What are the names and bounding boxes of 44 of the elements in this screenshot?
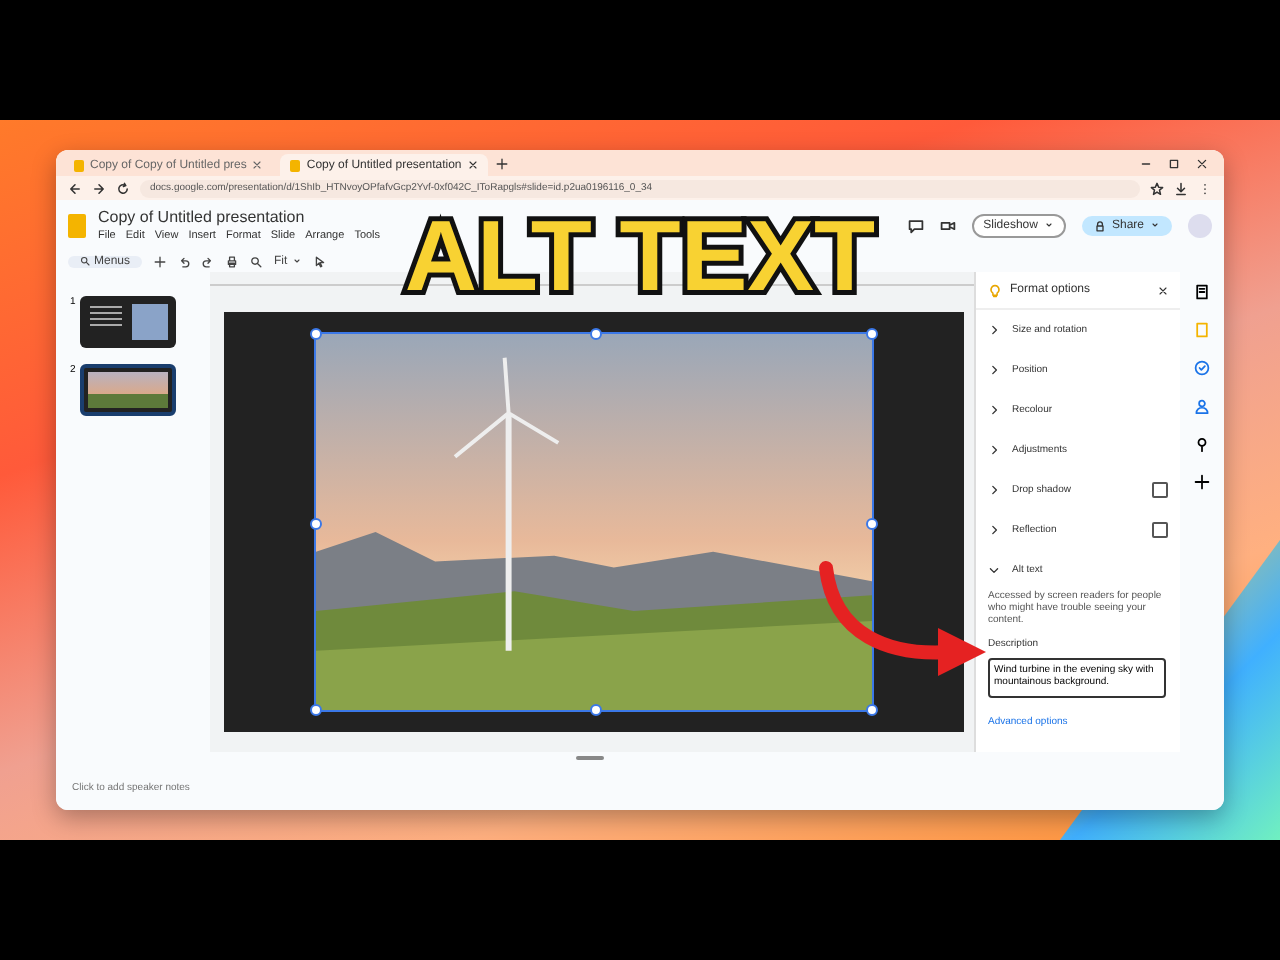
person-icon[interactable] xyxy=(1194,398,1210,414)
minimize-icon[interactable] xyxy=(1140,157,1152,169)
tasks-icon[interactable] xyxy=(1194,360,1210,376)
chevron-right-icon xyxy=(988,404,1000,416)
add-icon[interactable] xyxy=(1194,474,1210,490)
slide-thumbnail[interactable] xyxy=(79,296,176,348)
forward-icon[interactable] xyxy=(92,181,106,195)
lock-icon xyxy=(1093,219,1106,231)
print-icon[interactable] xyxy=(226,255,239,267)
close-icon[interactable] xyxy=(1196,157,1208,169)
chevron-down-icon xyxy=(988,564,1000,576)
close-icon[interactable] xyxy=(1158,285,1168,295)
checkbox[interactable] xyxy=(1152,482,1168,498)
chevron-right-icon xyxy=(988,324,1000,336)
new-tab-icon[interactable] xyxy=(495,157,508,169)
slide-thumbnail[interactable] xyxy=(79,364,176,416)
caret-icon xyxy=(1150,220,1160,230)
chevron-right-icon xyxy=(988,484,1000,496)
document-title[interactable]: Copy of Untitled presentation xyxy=(98,208,381,226)
undo-icon[interactable] xyxy=(178,255,191,267)
download-icon[interactable] xyxy=(1174,181,1188,195)
star-icon[interactable] xyxy=(1150,181,1164,195)
more-icon[interactable] xyxy=(1198,181,1212,195)
caret-icon xyxy=(1043,220,1054,230)
cursor-icon[interactable] xyxy=(313,255,326,267)
back-icon[interactable] xyxy=(68,181,82,195)
notes-icon[interactable] xyxy=(1194,284,1210,300)
maximize-icon[interactable] xyxy=(1168,157,1180,169)
checkbox[interactable] xyxy=(1152,522,1168,538)
search-icon xyxy=(80,256,90,266)
comment-icon[interactable] xyxy=(907,217,924,233)
add-icon[interactable] xyxy=(154,255,167,267)
reload-icon[interactable] xyxy=(116,181,130,195)
close-icon[interactable] xyxy=(467,160,478,170)
redo-icon[interactable] xyxy=(202,255,215,267)
lightbulb-icon xyxy=(988,283,1002,297)
map-pin-icon[interactable] xyxy=(1194,436,1210,452)
caret-icon xyxy=(291,256,302,266)
chevron-right-icon xyxy=(988,524,1000,536)
video-call-icon[interactable] xyxy=(939,217,956,233)
chevron-right-icon xyxy=(988,444,1000,456)
zoom-icon[interactable] xyxy=(250,255,263,267)
overlay-title: ALT TEXT xyxy=(402,206,878,306)
chevron-right-icon xyxy=(988,364,1000,376)
